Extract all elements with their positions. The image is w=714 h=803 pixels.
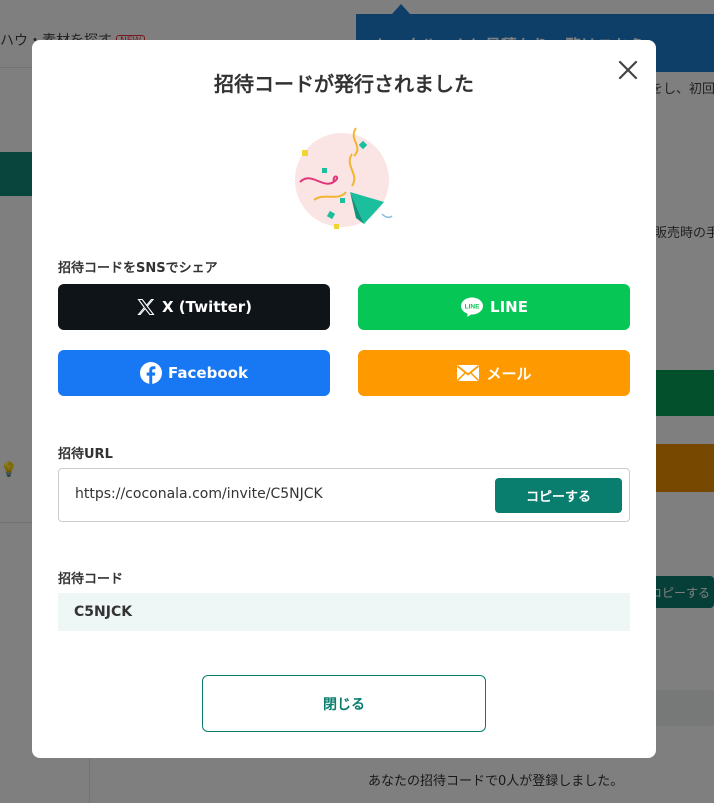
share-line-button[interactable]: LINE LINE	[358, 284, 630, 330]
share-facebook-label: Facebook	[168, 364, 248, 382]
x-logo-icon	[136, 297, 156, 317]
invite-code-label: 招待コード	[58, 572, 124, 587]
share-mail-label: メール	[486, 364, 532, 383]
invite-url-value[interactable]: https://coconala.com/invite/C5NJCK	[75, 486, 323, 502]
party-popper-icon	[294, 126, 394, 230]
line-logo-icon: LINE	[460, 296, 484, 318]
invite-url-field[interactable]: https://coconala.com/invite/C5NJCK コピーする	[58, 468, 630, 522]
svg-text:LINE: LINE	[465, 304, 480, 311]
facebook-logo-icon	[140, 362, 163, 384]
copy-url-button[interactable]: コピーする	[495, 478, 622, 513]
close-button[interactable]: 閉じる	[202, 675, 486, 732]
share-line-label: LINE	[490, 298, 528, 316]
invite-code-box: C5NJCK	[58, 593, 630, 631]
share-x-label: X (Twitter)	[162, 298, 252, 316]
mail-icon	[456, 364, 480, 382]
share-section-label: 招待コードをSNSでシェア	[58, 261, 218, 276]
invite-code-modal: 招待コードが発行されました 招待コードをSNSでシェア X (Twitter) …	[32, 40, 656, 758]
modal-title: 招待コードが発行されました	[214, 72, 474, 96]
share-mail-button[interactable]: メール	[358, 350, 630, 396]
invite-url-label: 招待URL	[58, 447, 113, 462]
share-facebook-button[interactable]: Facebook	[58, 350, 330, 396]
close-icon[interactable]	[614, 56, 642, 84]
invite-code-value[interactable]: C5NJCK	[74, 604, 132, 620]
share-x-button[interactable]: X (Twitter)	[58, 284, 330, 330]
